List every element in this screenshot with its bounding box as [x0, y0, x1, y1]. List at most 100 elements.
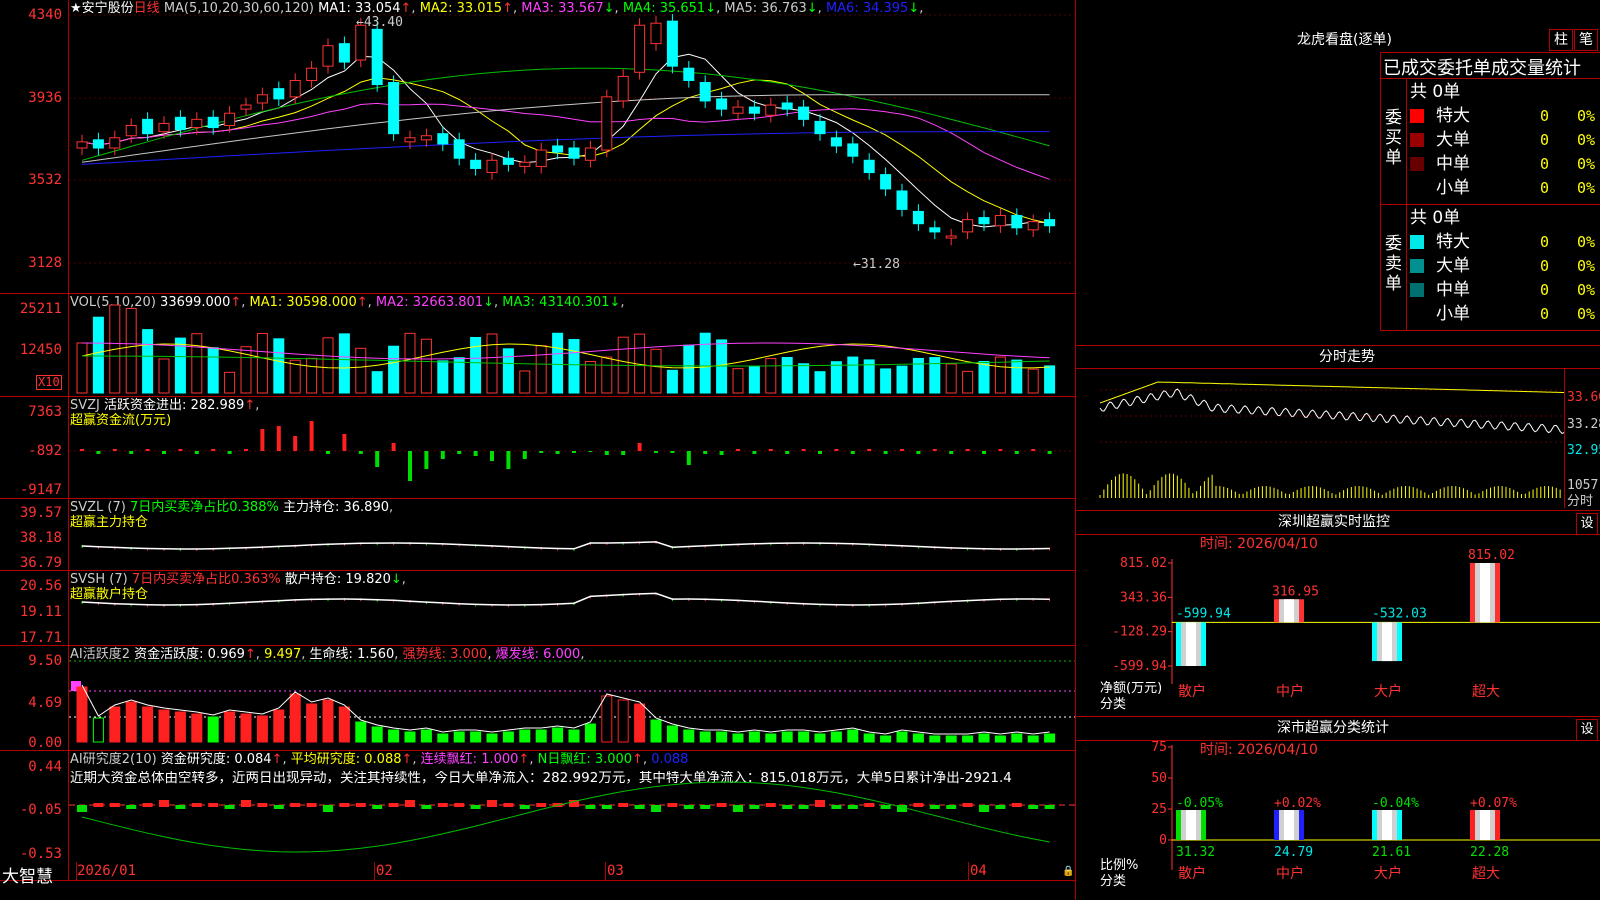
research-bar	[175, 805, 186, 809]
active-bar	[781, 731, 793, 743]
research-bar	[798, 805, 809, 809]
research-bar	[667, 803, 678, 807]
flow-bar	[703, 451, 708, 454]
research-bar	[503, 803, 514, 807]
volume-chart	[76, 304, 1056, 394]
flow-bar	[1031, 449, 1036, 451]
research-bar	[847, 805, 858, 809]
research-bar	[765, 803, 776, 807]
flow-bar	[539, 451, 544, 453]
active-bar	[716, 731, 728, 743]
candle	[1011, 215, 1023, 229]
active-bar	[880, 735, 892, 743]
y-tick-label: 0	[1159, 833, 1167, 848]
active-bar	[174, 711, 186, 743]
flow-bar	[801, 449, 806, 451]
candle	[716, 98, 728, 110]
tick-view-button[interactable]: 笔	[1574, 29, 1598, 51]
flow-bar	[785, 451, 790, 454]
flow-bar	[391, 443, 396, 451]
flow-bar	[982, 451, 986, 454]
research-bar	[519, 805, 530, 809]
active-bar	[322, 699, 334, 743]
active-bar	[929, 735, 941, 743]
flow-bar	[227, 451, 232, 454]
volume-bar	[683, 344, 695, 394]
ts-tick: 32.95	[1567, 443, 1600, 458]
research-bar	[273, 805, 284, 809]
tab-stats[interactable]: 统计	[1545, 58, 1581, 79]
dragon-tiger-tabs[interactable]: 已成交委托单成交量统计	[1383, 54, 1581, 80]
volume-bar	[420, 338, 432, 394]
hold-line	[81, 592, 1050, 606]
order-count: 0	[1540, 155, 1550, 173]
flow-bar	[621, 451, 626, 455]
volume-bar	[814, 371, 826, 394]
active-bar	[666, 725, 678, 743]
tab-traded[interactable]: 已成交	[1383, 58, 1437, 79]
research-bar	[683, 805, 694, 809]
volume-bar	[847, 356, 859, 394]
candle	[568, 147, 580, 159]
flow-bar	[1014, 451, 1019, 454]
order-row: 特大 0 0%	[1410, 230, 1600, 254]
flow-bar	[768, 449, 773, 451]
active-bar	[207, 716, 219, 743]
volume-bar	[798, 363, 810, 394]
order-count: 0	[1540, 257, 1550, 275]
order-total: 共 0单	[1410, 208, 1461, 228]
lock-icon[interactable]: 🔒	[1062, 866, 1074, 877]
low-mark: ←31.28	[853, 257, 900, 272]
high-mark: ←43.40	[356, 15, 403, 30]
brand-logo[interactable]: 大智慧	[2, 862, 53, 887]
column-view-button[interactable]: 柱	[1549, 29, 1573, 51]
flow-bar	[965, 449, 970, 451]
research-bar	[487, 800, 497, 807]
active-bar	[847, 729, 859, 743]
flow-bar	[686, 451, 691, 465]
active-bar	[994, 735, 1006, 743]
category-label: 大户	[1374, 865, 1402, 882]
flow-bar	[276, 426, 281, 451]
active-bar	[306, 703, 318, 743]
active-bar	[158, 709, 170, 743]
flow-bar	[80, 449, 84, 451]
y-tick-label: 343.36	[1120, 590, 1167, 605]
timeshare-chart[interactable]	[1099, 368, 1565, 508]
research-bar	[815, 800, 825, 807]
kline-chart[interactable]	[0, 0, 1075, 293]
candle	[404, 137, 416, 143]
research-bar	[159, 800, 169, 807]
research-bar	[306, 803, 317, 807]
legend-swatch	[1410, 181, 1424, 195]
research-bar	[1011, 803, 1022, 807]
order-count: 0	[1540, 131, 1550, 149]
research-bar	[864, 803, 875, 807]
volume-bar	[896, 365, 908, 394]
tab-volume[interactable]: 成交量	[1491, 58, 1545, 79]
stats-settings-button[interactable]: 设	[1576, 719, 1598, 741]
volume-bar	[76, 342, 88, 394]
candle	[437, 133, 449, 145]
research-bar	[208, 803, 219, 807]
active-bar	[502, 731, 514, 743]
change-label: -0.04%	[1372, 796, 1419, 811]
flow-bar	[900, 449, 904, 451]
tab-orders[interactable]: 委托单	[1437, 58, 1491, 79]
flow-bar	[473, 451, 478, 456]
research-bar	[372, 805, 383, 809]
active-bar	[798, 731, 810, 743]
flow-bar	[309, 421, 314, 451]
legend-swatch	[1410, 133, 1424, 147]
volume-bar	[371, 371, 383, 394]
active-bar	[863, 733, 875, 743]
candle	[617, 75, 629, 102]
monitor-settings-button[interactable]: 设	[1576, 513, 1598, 535]
category-label: 中户	[1276, 865, 1304, 882]
volume-bar	[732, 368, 744, 394]
volume-bar	[552, 332, 564, 394]
candle	[388, 82, 400, 135]
research-bar	[257, 803, 268, 807]
order-pct: 0%	[1577, 257, 1596, 275]
research-bar	[323, 805, 333, 812]
